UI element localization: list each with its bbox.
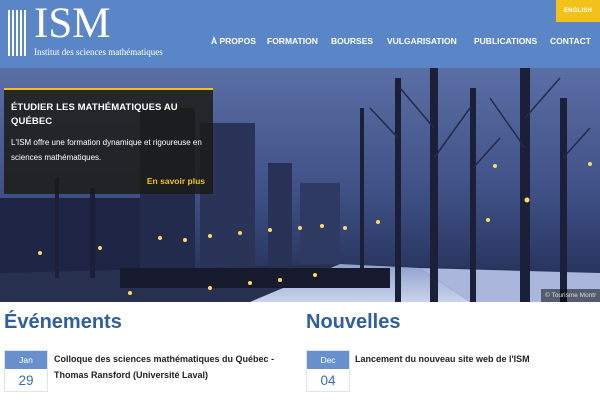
nav-item-publications[interactable]: PUBLICATIONS: [474, 34, 537, 48]
site-header: ISM Institut des sciences mathématiques …: [0, 0, 600, 68]
news-date-badge: Dec 04: [306, 350, 350, 392]
event-title-link[interactable]: Colloque des sciences mathématiques du Q…: [54, 351, 294, 383]
photo-credit: © Tourisme Montr: [541, 289, 600, 302]
event-month: Jan: [5, 351, 47, 369]
promo-title: ÉTUDIER LES MATHÉMATIQUES AU QUÉBEC: [11, 102, 178, 127]
nav-item-formation[interactable]: FORMATION: [267, 34, 318, 48]
nav-item-bourses[interactable]: BOURSES: [331, 34, 373, 48]
nav-item-contact[interactable]: CONTACT: [550, 34, 591, 48]
nav-item-vulgarisation[interactable]: VULGARISATION: [387, 34, 457, 48]
learn-more-link[interactable]: En savoir plus: [147, 176, 205, 186]
language-switch-button[interactable]: ENGLISH: [556, 0, 600, 22]
news-day: 04: [320, 373, 336, 388]
news-heading: Nouvelles: [306, 311, 401, 333]
main-nav: À PROPOS FORMATION BOURSES VULGARISATION…: [0, 34, 600, 48]
news-title-link[interactable]: Lancement du nouveau site web de l'ISM: [355, 351, 595, 367]
hero-promo-panel: ÉTUDIER LES MATHÉMATIQUES AU QUÉBEC L'IS…: [4, 88, 213, 194]
event-day: 29: [18, 373, 34, 388]
nav-item-a-propos[interactable]: À PROPOS: [211, 34, 256, 48]
events-heading: Événements: [4, 311, 122, 333]
logo-stripes-icon: [8, 10, 26, 56]
news-month: Dec: [307, 351, 349, 369]
logo-subtitle: Institut des sciences mathématiques: [34, 47, 163, 57]
event-date-badge: Jan 29: [4, 350, 48, 392]
promo-description: L'ISM offre une formation dynamique et r…: [11, 138, 202, 162]
